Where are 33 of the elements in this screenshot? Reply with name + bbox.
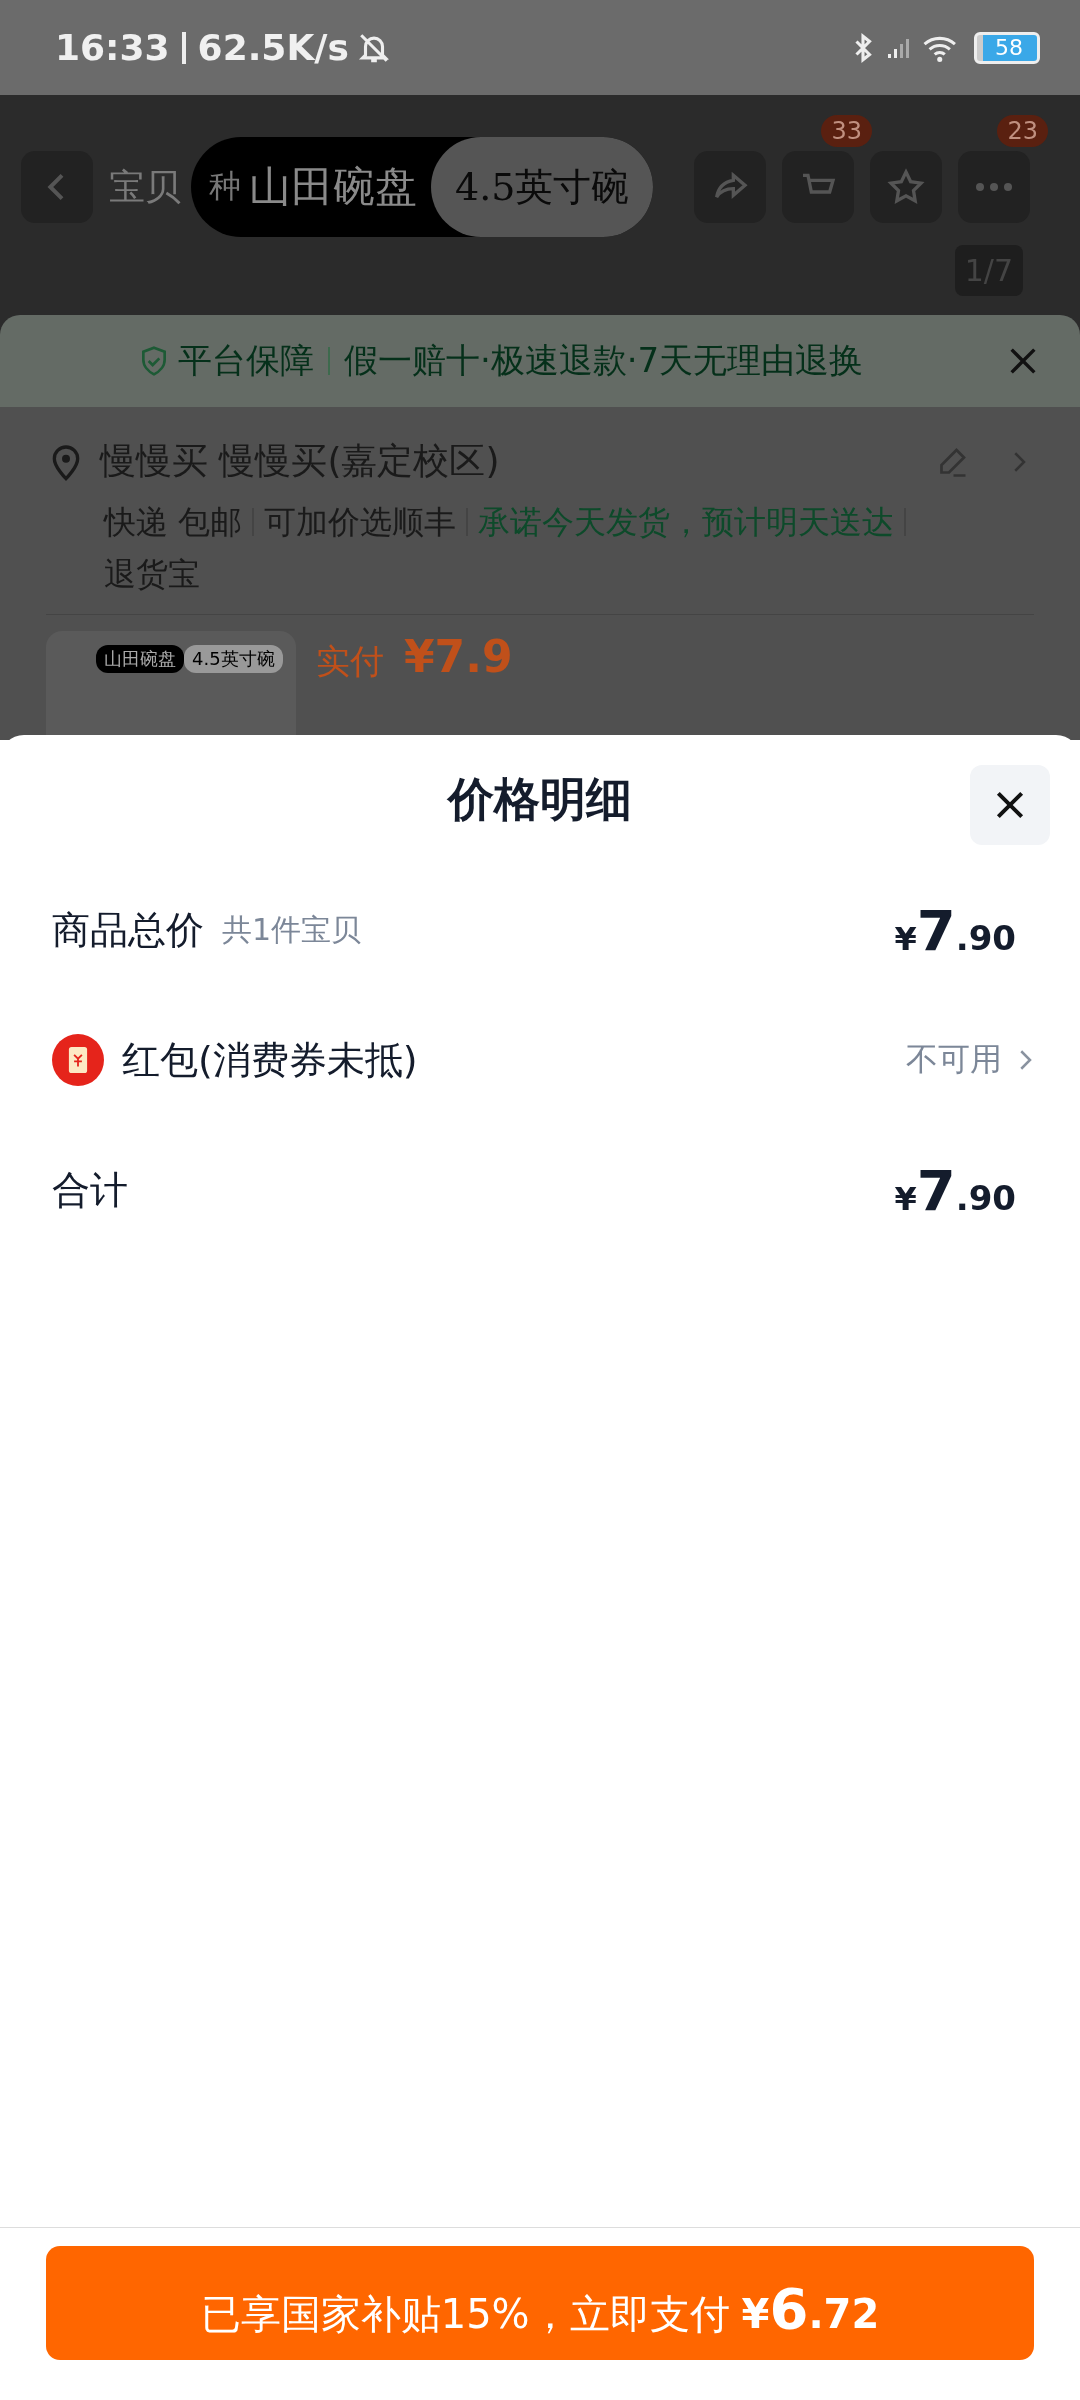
tab[interactable]: 宝贝 bbox=[109, 162, 181, 212]
row-value-link[interactable]: 不可用 bbox=[906, 1038, 1002, 1082]
envelope-icon bbox=[52, 1034, 104, 1086]
row-label: 商品总价 bbox=[52, 906, 204, 954]
product-size-tag: 4.5英寸碗 bbox=[431, 137, 654, 237]
guarantee-label: 平台保障 bbox=[178, 339, 314, 382]
thumbnail-size-tag: 4.5英寸碗 bbox=[184, 645, 283, 673]
row-amount: ¥7.90 bbox=[894, 897, 1016, 963]
more-button[interactable] bbox=[958, 151, 1030, 223]
pay-button[interactable]: 已享国家补贴15%，立即支付 ¥6.72 bbox=[46, 2246, 1034, 2360]
sheet-title: 价格明细 bbox=[448, 771, 632, 828]
share-button[interactable] bbox=[694, 151, 766, 223]
close-button[interactable] bbox=[970, 765, 1050, 845]
message-count-badge: 23 bbox=[997, 115, 1048, 147]
status-time: 16:33 bbox=[55, 27, 170, 68]
more-icon bbox=[974, 180, 1014, 194]
cart-count-badge: 33 bbox=[821, 115, 872, 147]
product-title: 山田碗盘 bbox=[249, 161, 417, 213]
row-note: 共1件宝贝 bbox=[222, 910, 362, 949]
battery-indicator: 58 bbox=[974, 31, 1040, 64]
network-speed: 62.5K/s bbox=[197, 27, 349, 68]
paid-label: 实付 bbox=[316, 640, 384, 683]
row-label: 红包(消费券未抵) bbox=[122, 1036, 418, 1084]
thumbnail-title: 山田碗盘 bbox=[96, 645, 184, 673]
guarantee-text: 假一赔十·极速退款·7天无理由退换 bbox=[344, 339, 865, 382]
paid-price: ¥7.9 bbox=[404, 631, 513, 682]
row-amount: ¥7.90 bbox=[894, 1157, 1016, 1223]
back-button[interactable] bbox=[21, 151, 93, 223]
favorite-button[interactable] bbox=[870, 151, 942, 223]
shipping-info: 承诺今天发货，预计明天送达 bbox=[478, 502, 895, 543]
row-label: 合计 bbox=[52, 1166, 128, 1214]
cart-button[interactable] bbox=[782, 151, 854, 223]
tab[interactable]: 种 bbox=[209, 165, 241, 209]
